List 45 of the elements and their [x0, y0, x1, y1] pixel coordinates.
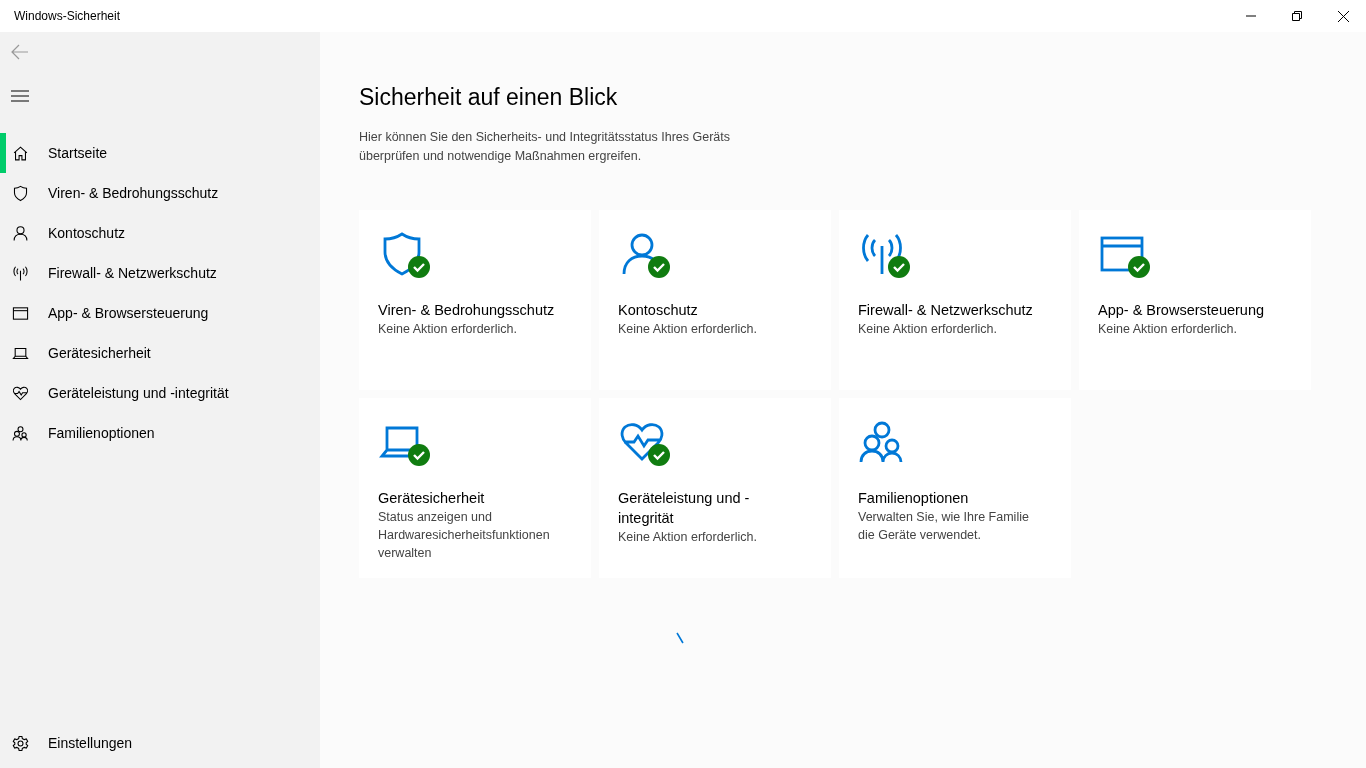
antenna-icon [12, 264, 29, 282]
status-card[interactable]: Familienoptionen Verwalten Sie, wie Ihre Familie die Geräte verwendet. [839, 398, 1071, 578]
card-status-text: Keine Aktion erforderlich. [1098, 321, 1237, 338]
card-title: Firewall- & Netzwerkschutz [858, 301, 1033, 320]
sidebar-item[interactable]: App- & Browsersteuerung [0, 293, 320, 333]
sidebar-item[interactable]: Kontoschutz [0, 213, 320, 253]
card-status-text: Keine Aktion erforderlich. [618, 529, 757, 546]
page-title: Sicherheit auf einen Blick [359, 84, 619, 111]
card-title: Viren- & Bedrohungsschutz [378, 301, 555, 320]
card-status-text: Verwalten Sie, wie Ihre Familie die Geräte verwendet. [858, 509, 1030, 544]
browser-window-icon [12, 304, 29, 322]
card-status-text: Keine Aktion erforderlich. [378, 321, 517, 338]
status-card[interactable]: Geräteleistung und - integrität Keine Aktion erforderlich. [599, 398, 831, 578]
status-card[interactable]: App- & Browsersteuerung Keine Aktion erforderlich. [1079, 210, 1311, 390]
status-card[interactable]: Gerätesicherheit Status anzeigen und Hardwaresicherheitsfunktionen verwalten [359, 398, 591, 578]
heart-pulse-icon [12, 384, 29, 402]
restore-icon [1292, 11, 1302, 21]
card-title: Kontoschutz [618, 301, 698, 320]
close-icon [1337, 10, 1349, 22]
back-button[interactable] [10, 42, 30, 62]
card-title: Familienoptionen [858, 489, 969, 508]
status-card[interactable]: Viren- & Bedrohungsschutz Keine Aktion erforderlich. [359, 210, 591, 390]
window-title: Windows-Sicherheit [13, 9, 122, 23]
card-status-text: Keine Aktion erforderlich. [618, 321, 757, 338]
status-card[interactable]: Kontoschutz Keine Aktion erforderlich. [599, 210, 831, 390]
sidebar-item[interactable]: Familienoptionen [0, 413, 320, 453]
card-status-text: Keine Aktion erforderlich. [858, 321, 997, 338]
status-card[interactable]: Firewall- & Netzwerkschutz Keine Aktion erforderlich. [839, 210, 1071, 390]
shield-icon [12, 184, 29, 202]
sidebar-item[interactable]: Firewall- & Netzwerkschutz [0, 253, 320, 293]
page-description: Hier können Sie den Sicherheits- und Integritätsstatus Ihres Geräts überprüfen und notwendige Maßnahmen ergreifen. [359, 129, 732, 165]
card-status-text: Status anzeigen und Hardwaresicherheitsfunktionen verwalten [378, 509, 551, 562]
sidebar-item[interactable]: Geräteleistung und -integrität [0, 373, 320, 413]
sidebar-item[interactable]: Gerätesicherheit [0, 333, 320, 373]
settings-item[interactable]: Einstellungen [0, 723, 320, 763]
person-icon [12, 224, 29, 242]
family-icon [12, 424, 29, 442]
settings-icon [12, 734, 29, 752]
loading-spinner-icon [676, 632, 684, 644]
card-title: Geräteleistung und - integrität [618, 489, 751, 528]
sidebar-item[interactable]: Viren- & Bedrohungsschutz [0, 173, 320, 213]
card-title: Gerätesicherheit [378, 489, 485, 508]
card-title: App- & Browsersteuerung [1098, 301, 1265, 320]
home-icon [12, 144, 29, 162]
back-arrow-icon [10, 42, 30, 62]
